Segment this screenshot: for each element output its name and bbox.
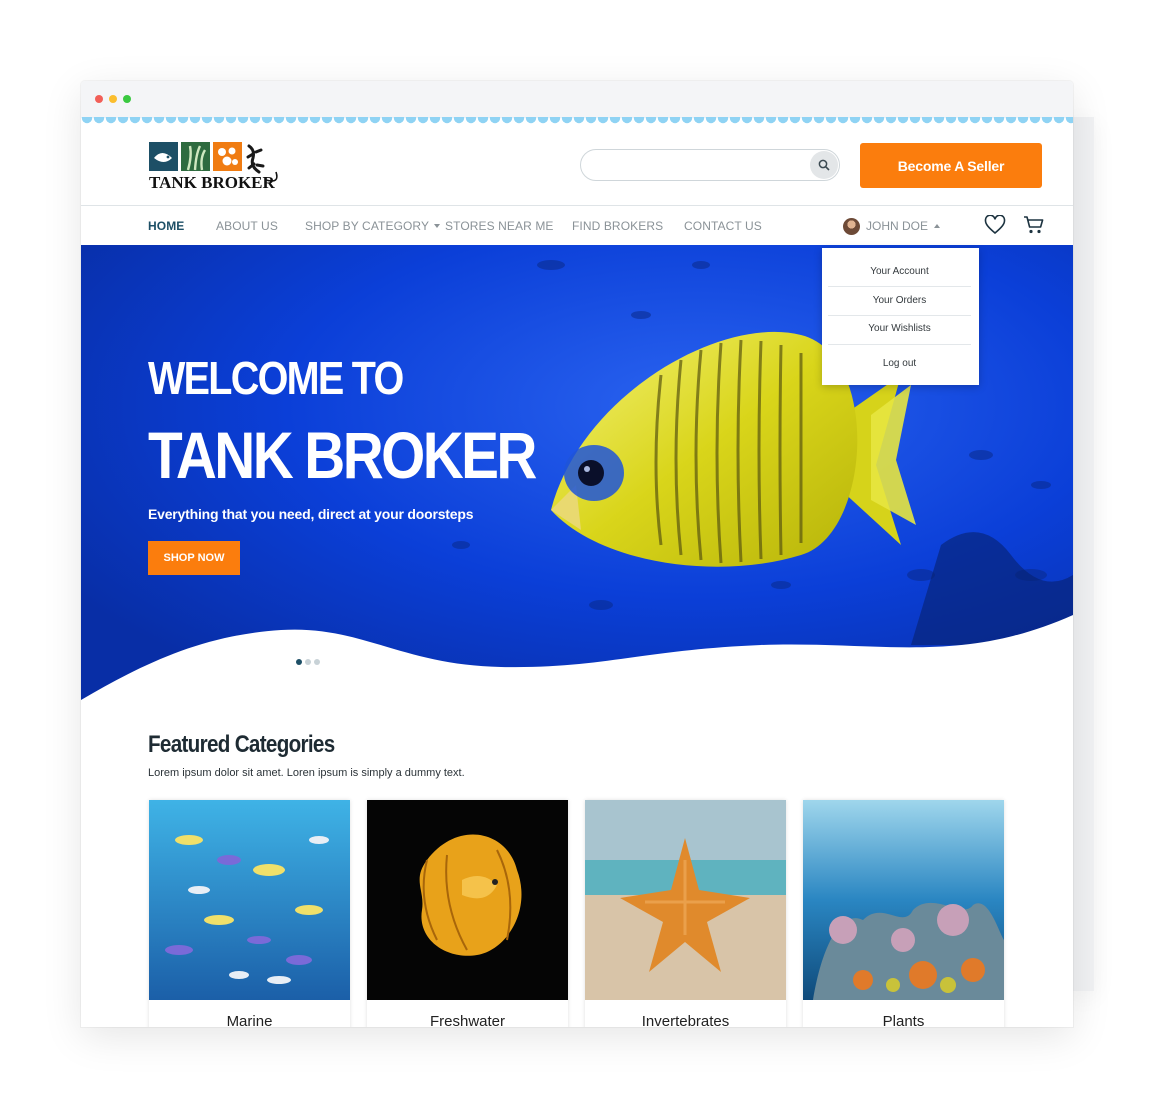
- nav-about-us[interactable]: ABOUT US: [216, 219, 278, 233]
- menu-divider: [828, 344, 971, 345]
- marine-image: [149, 800, 350, 1000]
- menu-item-log-out[interactable]: Log out: [828, 358, 971, 369]
- category-label: Invertebrates: [641, 1013, 730, 1027]
- cart-icon[interactable]: [1023, 215, 1045, 235]
- search-input[interactable]: [595, 156, 799, 176]
- carousel-dot-3[interactable]: [314, 659, 320, 665]
- featured-categories-title: Featured Categories: [148, 731, 335, 758]
- maximize-window-dot[interactable]: [123, 95, 131, 103]
- user-menu-toggle[interactable]: JOHN DOE: [843, 215, 941, 237]
- become-seller-button[interactable]: Become A Seller: [860, 143, 1042, 188]
- menu-item-your-orders[interactable]: Your Orders: [828, 295, 971, 306]
- menu-divider: [828, 286, 971, 287]
- category-label: Freshwater: [429, 1013, 506, 1027]
- category-label: Plants: [882, 1013, 925, 1027]
- category-label: Marine: [226, 1013, 273, 1027]
- plants-image: [803, 800, 1004, 1000]
- tank-broker-logo[interactable]: TANK BROKER: [148, 140, 284, 192]
- category-card-freshwater[interactable]: Freshwater: [367, 800, 568, 1027]
- search-box: [580, 149, 840, 181]
- nav-shop-by-category-label: SHOP BY CATEGORY: [305, 219, 430, 233]
- category-card-invertebrates[interactable]: Invertebrates: [585, 800, 786, 1027]
- logo-wordmark: TANK BROKER: [149, 173, 276, 192]
- nav-home[interactable]: HOME: [148, 219, 184, 233]
- browser-toolbar: [81, 81, 1073, 118]
- hero-subtitle: Everything that you need, direct at your…: [148, 506, 474, 522]
- nav-shop-by-category[interactable]: SHOP BY CATEGORY: [305, 219, 441, 233]
- menu-item-your-wishlists[interactable]: Your Wishlists: [828, 323, 971, 334]
- carousel-dots: [296, 659, 320, 665]
- chevron-up-icon: [934, 224, 941, 228]
- chevron-down-icon: [434, 224, 441, 228]
- hero-title-line-2: TANK BROKER: [148, 418, 537, 492]
- nav-find-brokers[interactable]: FIND BROKERS: [572, 219, 663, 233]
- category-card-marine[interactable]: Marine: [149, 800, 350, 1027]
- nav-stores-near-me[interactable]: STORES NEAR ME: [445, 219, 554, 233]
- category-card-plants[interactable]: Plants: [803, 800, 1004, 1027]
- minimize-window-dot[interactable]: [109, 95, 117, 103]
- close-window-dot[interactable]: [95, 95, 103, 103]
- user-dropdown-menu: Your Account Your Orders Your Wishlists …: [822, 248, 979, 385]
- featured-categories-subtitle: Lorem ipsum dolor sit amet. Loren ipsum …: [148, 767, 465, 779]
- menu-item-your-account[interactable]: Your Account: [828, 266, 971, 277]
- avatar: [843, 217, 860, 235]
- search-button[interactable]: [810, 151, 838, 179]
- shop-now-button[interactable]: SHOP NOW: [148, 541, 240, 575]
- background-card: [1072, 117, 1094, 991]
- search-icon: [818, 159, 830, 171]
- freshwater-image: [367, 800, 568, 1000]
- carousel-dot-2[interactable]: [305, 659, 311, 665]
- user-name: JOHN DOE: [866, 219, 929, 233]
- carousel-dot-1[interactable]: [296, 659, 302, 665]
- menu-divider: [828, 315, 971, 316]
- hero-title-line-1: WELCOME TO: [148, 352, 404, 404]
- invertebrates-image: [585, 800, 786, 1000]
- heart-icon[interactable]: [984, 215, 1006, 235]
- scallop-border: [81, 117, 1073, 127]
- nav-contact-us[interactable]: CONTACT US: [684, 219, 762, 233]
- browser-window: TANK BROKER Become A Seller HOME ABOUT U…: [81, 81, 1073, 1027]
